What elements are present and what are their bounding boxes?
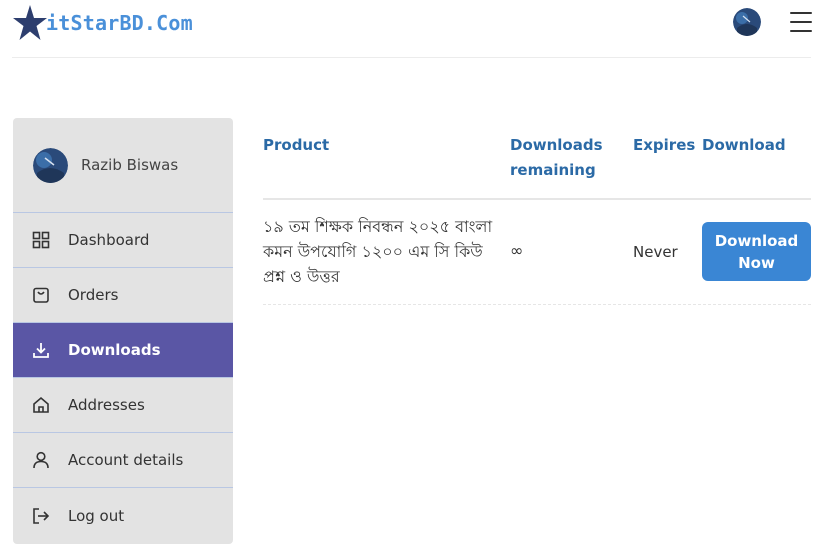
sidebar-item-addresses[interactable]: Addresses bbox=[13, 378, 233, 433]
expires-value: Never bbox=[633, 243, 678, 261]
header-divider bbox=[12, 57, 811, 58]
dashboard-grid-icon bbox=[32, 231, 50, 249]
header-avatar[interactable] bbox=[733, 8, 761, 36]
button-label-line: Download bbox=[714, 231, 799, 250]
user-icon bbox=[32, 451, 50, 469]
product-name-line: ১৯ তম শিক্ষক নিবন্ধন ২০২৫ বাংলা bbox=[263, 217, 493, 236]
column-header-downloads-remaining: Downloads remaining bbox=[510, 133, 603, 183]
sidebar-item-log-out[interactable]: Log out bbox=[13, 488, 233, 543]
star-logo-icon bbox=[13, 5, 47, 40]
column-header-product: Product bbox=[263, 136, 330, 154]
site-header: itStarBD.Com bbox=[0, 0, 825, 58]
product-name-link[interactable]: ১৯ তম শিক্ষক নিবন্ধন ২০২৫ বাংলা কমন উপযো… bbox=[263, 214, 503, 289]
user-profile: Razib Biswas bbox=[13, 118, 233, 213]
shopping-bag-icon bbox=[32, 286, 50, 304]
product-name-line: কমন উপযোগি ১২০০ এম সি কিউ bbox=[263, 242, 483, 261]
sidebar-item-label: Orders bbox=[68, 286, 119, 304]
download-icon bbox=[32, 341, 50, 359]
sidebar-item-downloads[interactable]: Downloads bbox=[13, 323, 233, 378]
sidebar-item-orders[interactable]: Orders bbox=[13, 268, 233, 323]
table-header-divider bbox=[263, 198, 811, 200]
column-header-line: Downloads bbox=[510, 136, 603, 154]
home-icon bbox=[32, 396, 50, 414]
table-row-divider bbox=[263, 304, 811, 305]
avatar bbox=[33, 147, 68, 183]
button-label-line: Now bbox=[738, 253, 775, 272]
hamburger-menu-icon[interactable] bbox=[790, 12, 812, 32]
site-logo[interactable]: itStarBD.Com bbox=[12, 4, 193, 42]
sidebar-item-label: Account details bbox=[68, 451, 184, 469]
column-header-download: Download bbox=[702, 136, 786, 154]
downloads-remaining-value: ∞ bbox=[510, 241, 524, 260]
sidebar-item-account-details[interactable]: Account details bbox=[13, 433, 233, 488]
sidebar-item-label: Downloads bbox=[68, 341, 161, 359]
product-name-line: প্রশ্ন ও উত্তর bbox=[263, 267, 340, 286]
column-header-expires: Expires bbox=[633, 136, 696, 154]
account-sidebar: Razib Biswas Dashboard Orders Downloads bbox=[13, 118, 233, 544]
sidebar-item-label: Log out bbox=[68, 506, 125, 525]
sidebar-item-label: Dashboard bbox=[68, 231, 150, 249]
download-now-button[interactable]: Download Now bbox=[702, 222, 811, 281]
logo-text: itStarBD.Com bbox=[46, 11, 193, 35]
sidebar-item-dashboard[interactable]: Dashboard bbox=[13, 213, 233, 268]
logout-icon bbox=[32, 507, 50, 525]
column-header-line: remaining bbox=[510, 161, 596, 179]
user-name: Razib Biswas bbox=[81, 156, 179, 174]
sidebar-item-label: Addresses bbox=[68, 396, 145, 414]
